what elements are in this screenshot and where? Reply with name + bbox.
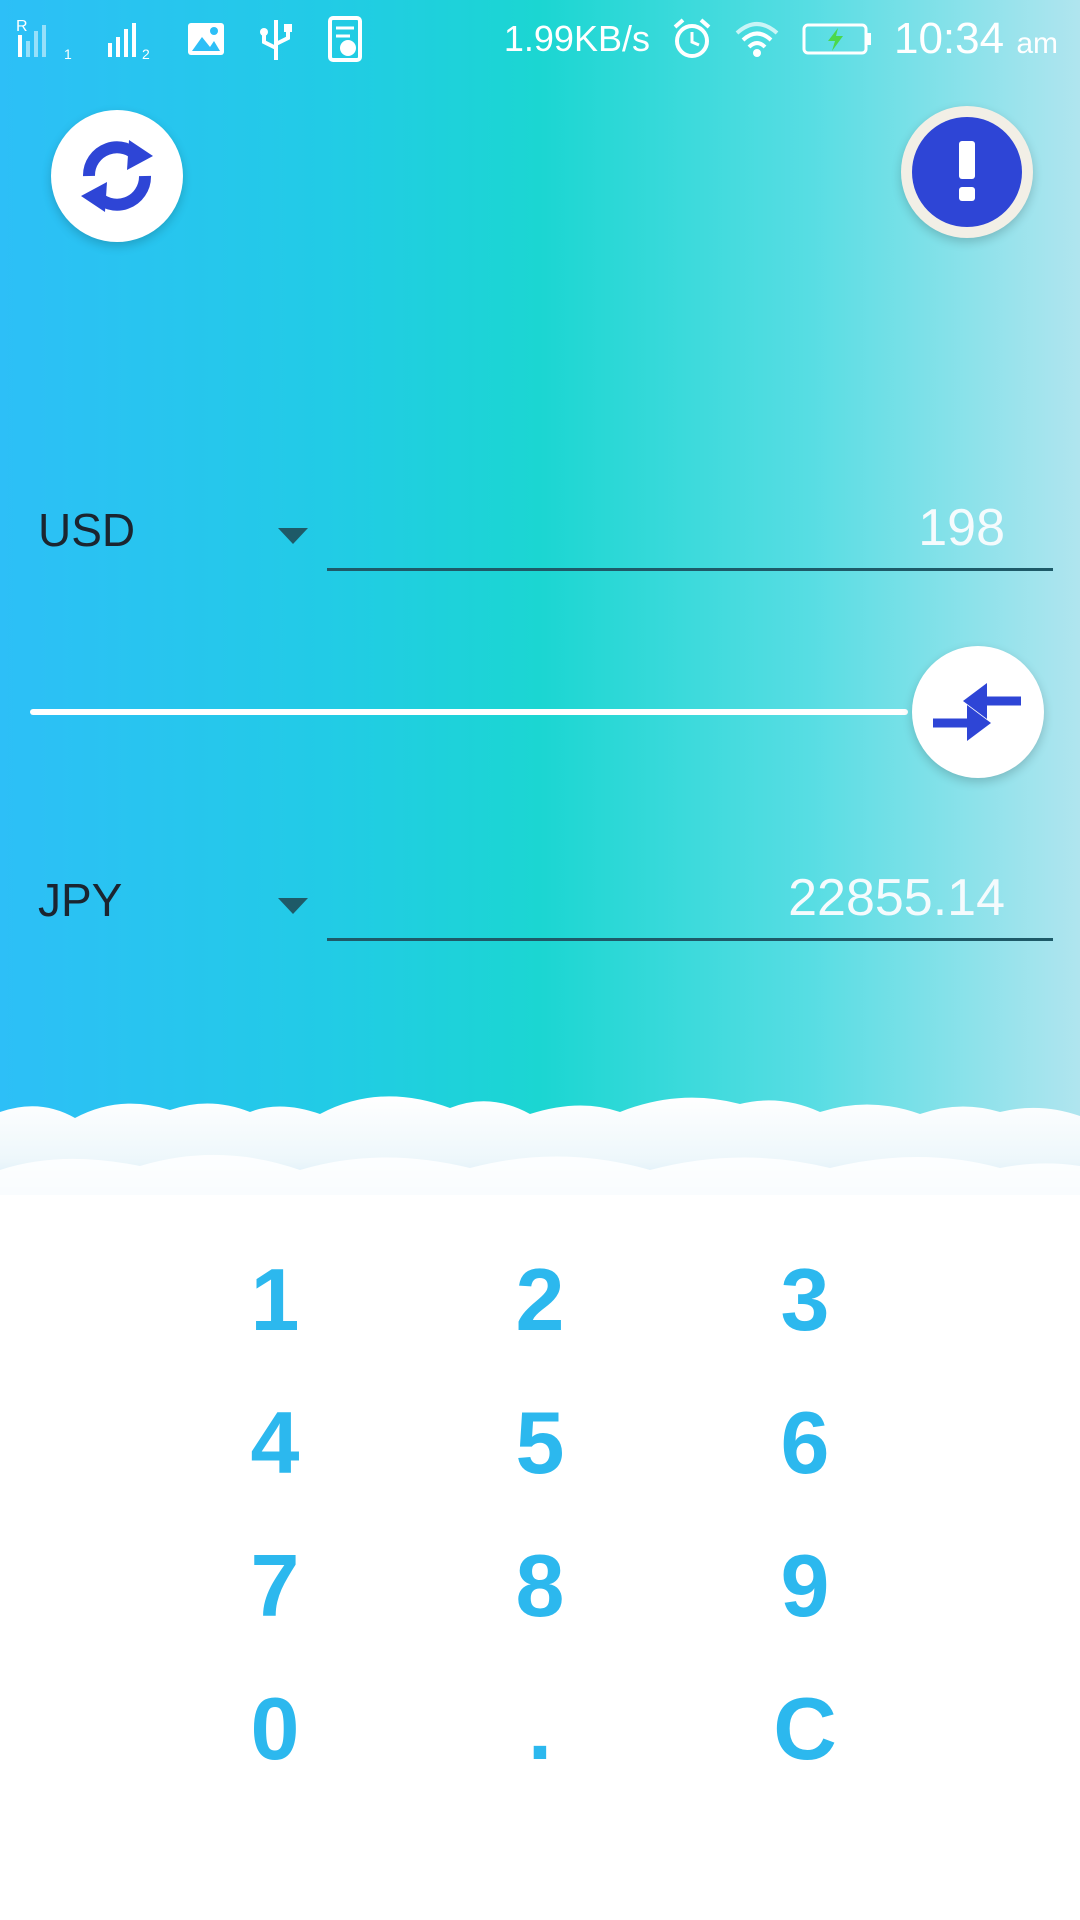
refresh-icon	[81, 140, 153, 212]
dropdown-arrow-icon	[278, 898, 308, 915]
key-5[interactable]: 5	[440, 1378, 640, 1508]
to-amount-field[interactable]: 22855.14	[327, 860, 1053, 941]
to-currency-dropdown[interactable]: JPY	[38, 860, 308, 940]
divider-line	[30, 709, 908, 715]
from-currency-row: USD 198	[0, 470, 1080, 590]
from-currency-dropdown[interactable]: USD	[38, 490, 308, 570]
refresh-rates-button[interactable]	[51, 110, 183, 242]
gallery-icon	[188, 23, 224, 55]
from-amount-value: 198	[918, 499, 1005, 557]
dropdown-arrow-icon	[278, 528, 308, 545]
svg-text:1: 1	[64, 46, 72, 61]
info-button[interactable]	[901, 106, 1033, 238]
exclamation-icon	[959, 141, 975, 201]
clock-ampm: am	[1016, 27, 1058, 60]
signal-sim1-icon: R 1	[16, 18, 72, 61]
key-clear[interactable]: C	[705, 1664, 905, 1794]
swap-arrows-icon	[933, 683, 1021, 741]
swap-currencies-button[interactable]	[912, 646, 1044, 778]
clouds-decoration	[0, 1096, 1080, 1195]
status-right-items: 1.99KB/s 10:34 am	[504, 14, 1058, 64]
key-3[interactable]: 3	[705, 1235, 905, 1365]
key-0[interactable]: 0	[175, 1664, 375, 1794]
svg-text:2: 2	[142, 46, 150, 61]
battery-charging-icon	[802, 23, 871, 55]
wifi-icon	[735, 22, 779, 57]
clock-time: 10:34	[893, 14, 1005, 63]
usb-icon	[260, 20, 292, 60]
signal-sim2-icon: 2	[108, 23, 150, 61]
key-8[interactable]: 8	[440, 1521, 640, 1651]
clock: 10:34 am	[894, 14, 1058, 64]
from-amount-field[interactable]: 198	[327, 490, 1053, 571]
status-bar: R 1 2 1.99KB/s 10:34 am	[0, 0, 1080, 80]
key-6[interactable]: 6	[705, 1378, 905, 1508]
from-currency-code: USD	[38, 504, 136, 556]
info-button-face	[912, 117, 1022, 227]
network-speed: 1.99KB/s	[503, 18, 650, 59]
to-amount-value: 22855.14	[788, 869, 1005, 927]
key-decimal[interactable]: .	[440, 1664, 640, 1794]
key-4[interactable]: 4	[175, 1378, 375, 1508]
svg-text:R: R	[16, 18, 28, 35]
to-currency-code: JPY	[38, 874, 123, 926]
document-night-icon	[328, 16, 362, 62]
numeric-keypad: 1 2 3 4 5 6 7 8 9 0 . C	[0, 1195, 1080, 1920]
to-currency-row: JPY 22855.14	[0, 840, 1080, 960]
alarm-icon	[673, 18, 711, 58]
status-left-icons: R 1 2	[16, 14, 366, 64]
key-2[interactable]: 2	[440, 1235, 640, 1365]
header-background: R 1 2 1.99KB/s 10:34 am USD 198 JPY 2285…	[0, 0, 1080, 1195]
key-7[interactable]: 7	[175, 1521, 375, 1651]
key-1[interactable]: 1	[175, 1235, 375, 1365]
key-9[interactable]: 9	[705, 1521, 905, 1651]
